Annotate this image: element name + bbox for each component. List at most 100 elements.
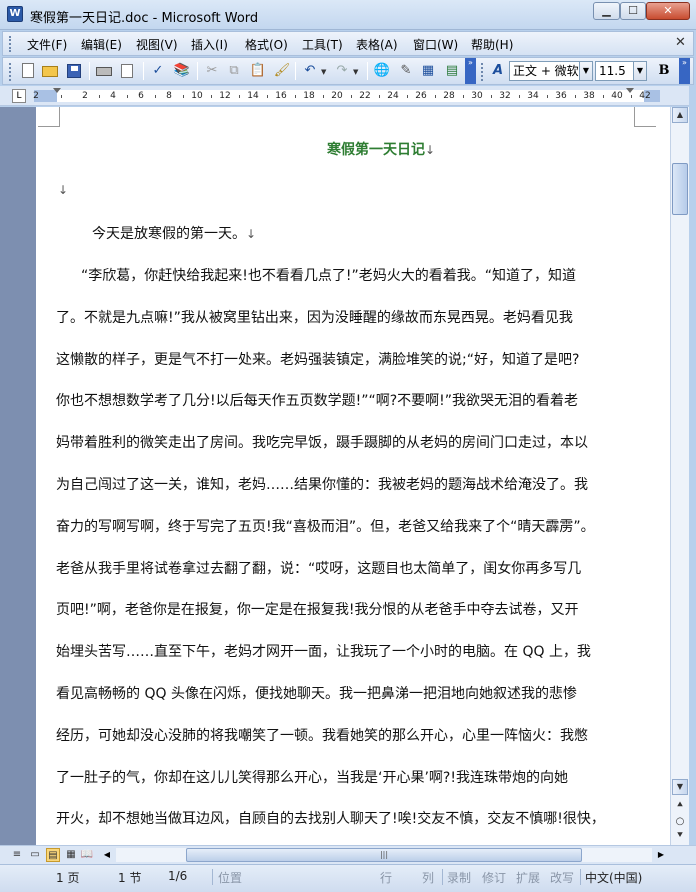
body-text-line[interactable]: 老爸从我手里将试卷拿过去翻了翻，说：“哎呀，这题目也太简单了，闺女你再多写几 xyxy=(56,558,581,578)
toolbar-grip[interactable] xyxy=(9,63,12,81)
bold-button[interactable]: B xyxy=(655,62,673,80)
font-size-dropdown-button[interactable]: ▼ xyxy=(633,61,647,81)
print-layout-view-button[interactable]: ▤ xyxy=(46,848,60,862)
font-size-select[interactable]: 11.5 xyxy=(595,61,635,81)
select-browse-object-button[interactable]: ○ xyxy=(673,815,687,829)
cut-icon[interactable]: ✂ xyxy=(203,62,221,80)
body-text-line[interactable]: 始埋头苦写……直至下午，老妈才网开一面，让我玩了一个小时的电脑。在 QQ 上，我 xyxy=(56,641,591,661)
horizontal-scroll-track[interactable]: ||| xyxy=(116,848,652,862)
copy-icon[interactable]: ⧉ xyxy=(225,62,243,80)
body-text-line[interactable]: 经历，可她却没心没肺的将我嘲笑了一顿。我看她笑的那么开心，心里一阵恼火：我憋 xyxy=(56,725,588,745)
document-title[interactable]: 寒假第一天日记↓ xyxy=(36,139,670,159)
save-icon[interactable] xyxy=(65,62,83,80)
first-line-indent-marker[interactable] xyxy=(53,88,61,93)
status-separator xyxy=(212,869,213,885)
format-painter-icon[interactable]: 🖌 xyxy=(273,62,291,80)
body-text-line[interactable]: 你也不想想数学考了几分!以后每天作五页数学题!”“啊?不要啊!”我欲哭无泪的看着… xyxy=(56,390,578,410)
menu-file[interactable]: 文件(F) xyxy=(27,36,67,53)
toolbar-options-chevron[interactable]: » xyxy=(465,58,476,84)
horizontal-scroll-thumb[interactable]: ||| xyxy=(186,848,582,862)
styles-pane-icon[interactable]: A xyxy=(489,62,507,80)
previous-page-button[interactable]: ⯅ xyxy=(673,799,687,813)
body-text-line[interactable]: 了一肚子的气，你却在这儿儿笑得那么开心，当我是‘开心果’啊?!我连珠带炮的向她 xyxy=(56,767,568,787)
first-paragraph-text: 今天是放寒假的第一天。 xyxy=(92,226,246,242)
normal-view-button[interactable]: ≡ xyxy=(10,848,24,862)
print-preview-icon[interactable] xyxy=(119,62,137,80)
ruler-tick xyxy=(127,95,128,98)
redo-dropdown-arrow[interactable]: ▼ xyxy=(353,68,358,76)
style-dropdown-button[interactable]: ▼ xyxy=(579,61,593,81)
ruler-number: 26 xyxy=(415,91,427,101)
menu-insert[interactable]: 插入(I) xyxy=(191,36,228,53)
ruler-number: 4 xyxy=(110,91,116,101)
insert-excel-icon[interactable]: ▤ xyxy=(443,62,461,80)
body-text-line[interactable]: 看见高畅畅的 QQ 头像在闪烁，便找她聊天。我一把鼻涕一把泪地向她叙述我的悲惨 xyxy=(56,683,577,703)
ruler-number: 6 xyxy=(138,91,144,101)
paste-icon[interactable]: 📋 xyxy=(249,62,267,80)
redo-icon[interactable]: ↷ xyxy=(333,62,351,80)
menu-table[interactable]: 表格(A) xyxy=(356,36,398,53)
research-icon[interactable]: 📚 xyxy=(173,62,191,80)
status-extend[interactable]: 扩展 xyxy=(516,869,540,886)
print-icon[interactable] xyxy=(95,62,113,80)
scroll-right-button[interactable]: ▶ xyxy=(654,847,668,863)
open-folder-icon[interactable] xyxy=(41,62,59,80)
menu-edit[interactable]: 编辑(E) xyxy=(81,36,122,53)
undo-dropdown-arrow[interactable]: ▼ xyxy=(321,68,326,76)
insert-table-icon[interactable]: ▦ xyxy=(419,62,437,80)
formatting-toolbar-grip[interactable] xyxy=(481,63,484,81)
body-text-line[interactable]: 了。不就是九点嘛!”我从被窝里钻出来，因为没睡醒的缘故而东晃西晃。老妈看见我 xyxy=(56,307,573,327)
vertical-scrollbar[interactable]: ▲ ▼ ⯅ ○ ⯆ xyxy=(670,107,689,845)
reading-layout-view-button[interactable]: 📖 xyxy=(80,848,94,862)
margin-corner-right xyxy=(634,107,656,127)
body-text-line[interactable]: 为自己闯过了这一关，谁知，老妈……结果你懂的：我被老妈的题海战术给淹没了。我 xyxy=(56,474,588,494)
tab-selector[interactable]: L xyxy=(12,89,26,103)
menu-bar-grip[interactable] xyxy=(9,36,12,52)
body-text-line[interactable]: 奋力的写啊写啊，终于写完了五页!我“喜极而泪”。但，老爸又给我来了个“晴天霹雳”… xyxy=(56,516,595,536)
ruler-tick xyxy=(463,95,464,98)
new-doc-icon[interactable] xyxy=(19,62,37,80)
scroll-down-button[interactable]: ▼ xyxy=(672,779,688,795)
body-text-line[interactable]: 妈带着胜利的微笑走出了房间。我吃完早饭，蹑手蹑脚的从老妈的房间门口走过，本以 xyxy=(56,432,588,452)
menu-format[interactable]: 格式(O) xyxy=(245,36,288,53)
vertical-scroll-thumb[interactable] xyxy=(672,163,688,215)
menu-window[interactable]: 窗口(W) xyxy=(413,36,458,53)
ruler-number: 36 xyxy=(555,91,567,101)
outline-view-button[interactable]: ▦ xyxy=(64,848,78,862)
close-document-button[interactable]: ✕ xyxy=(675,35,686,50)
word-doc-icon[interactable]: W xyxy=(7,6,23,22)
first-paragraph[interactable]: 今天是放寒假的第一天。↓ xyxy=(92,223,256,243)
ruler-number: 8 xyxy=(166,91,172,101)
ruler-tick xyxy=(155,95,156,98)
scroll-up-button[interactable]: ▲ xyxy=(672,107,688,123)
status-separator xyxy=(442,869,443,885)
scroll-left-button[interactable]: ◀ xyxy=(100,847,114,863)
minimize-button[interactable]: ▁ xyxy=(593,2,620,20)
web-layout-view-button[interactable]: ▭ xyxy=(28,848,42,862)
ruler-tick xyxy=(183,95,184,98)
body-text-line[interactable]: 页吧!”啊，老爸你是在报复，你一定是在报复我!我分恨的从老爸手中夺去试卷，又开 xyxy=(56,599,578,619)
menu-view[interactable]: 视图(V) xyxy=(136,36,178,53)
spelling-icon[interactable]: ✓ xyxy=(149,62,167,80)
formatting-options-chevron[interactable]: » xyxy=(679,58,690,84)
body-text-line[interactable]: 这懒散的样子，更是气不打一处来。老妈强装镇定，满脸堆笑的说;“好，知道了是吧? xyxy=(56,349,579,369)
horizontal-ruler[interactable]: 2 2 4 6 8 10 12 14 16 18 20 22 24 26 28 30 32 34 36 38 40 42 xyxy=(33,88,660,102)
right-indent-marker[interactable] xyxy=(626,88,634,93)
hyperlink-icon[interactable]: 🌐 xyxy=(373,62,391,80)
style-select[interactable]: 正文 + 微软 xyxy=(509,61,581,81)
status-overtype[interactable]: 改写 xyxy=(550,869,574,886)
document-page[interactable]: 寒假第一天日记↓ ↓ 今天是放寒假的第一天。↓ “李欣葛，你赶快给我起来!也不看… xyxy=(36,107,670,845)
ruler-tick xyxy=(519,95,520,98)
status-revise[interactable]: 修订 xyxy=(482,869,506,886)
status-column: 列 xyxy=(422,871,435,885)
menu-tools[interactable]: 工具(T) xyxy=(302,36,343,53)
body-text-line[interactable]: 开火，却不想她当做耳边风，自顾自的去找别人聊天了!唉!交友不慎，交友不慎哪!很快… xyxy=(56,808,605,828)
status-record[interactable]: 录制 xyxy=(447,869,471,886)
menu-help[interactable]: 帮助(H) xyxy=(471,36,513,53)
undo-icon[interactable]: ↶ xyxy=(301,62,319,80)
next-page-button[interactable]: ⯆ xyxy=(673,829,687,843)
maximize-button[interactable]: ☐ xyxy=(620,2,646,20)
tables-borders-icon[interactable]: ✎ xyxy=(397,62,415,80)
close-window-button[interactable]: ✕ xyxy=(646,2,690,20)
body-text-line[interactable]: “李欣葛，你赶快给我起来!也不看看几点了!”老妈火大的看着我。“知道了，知道 xyxy=(81,265,576,285)
